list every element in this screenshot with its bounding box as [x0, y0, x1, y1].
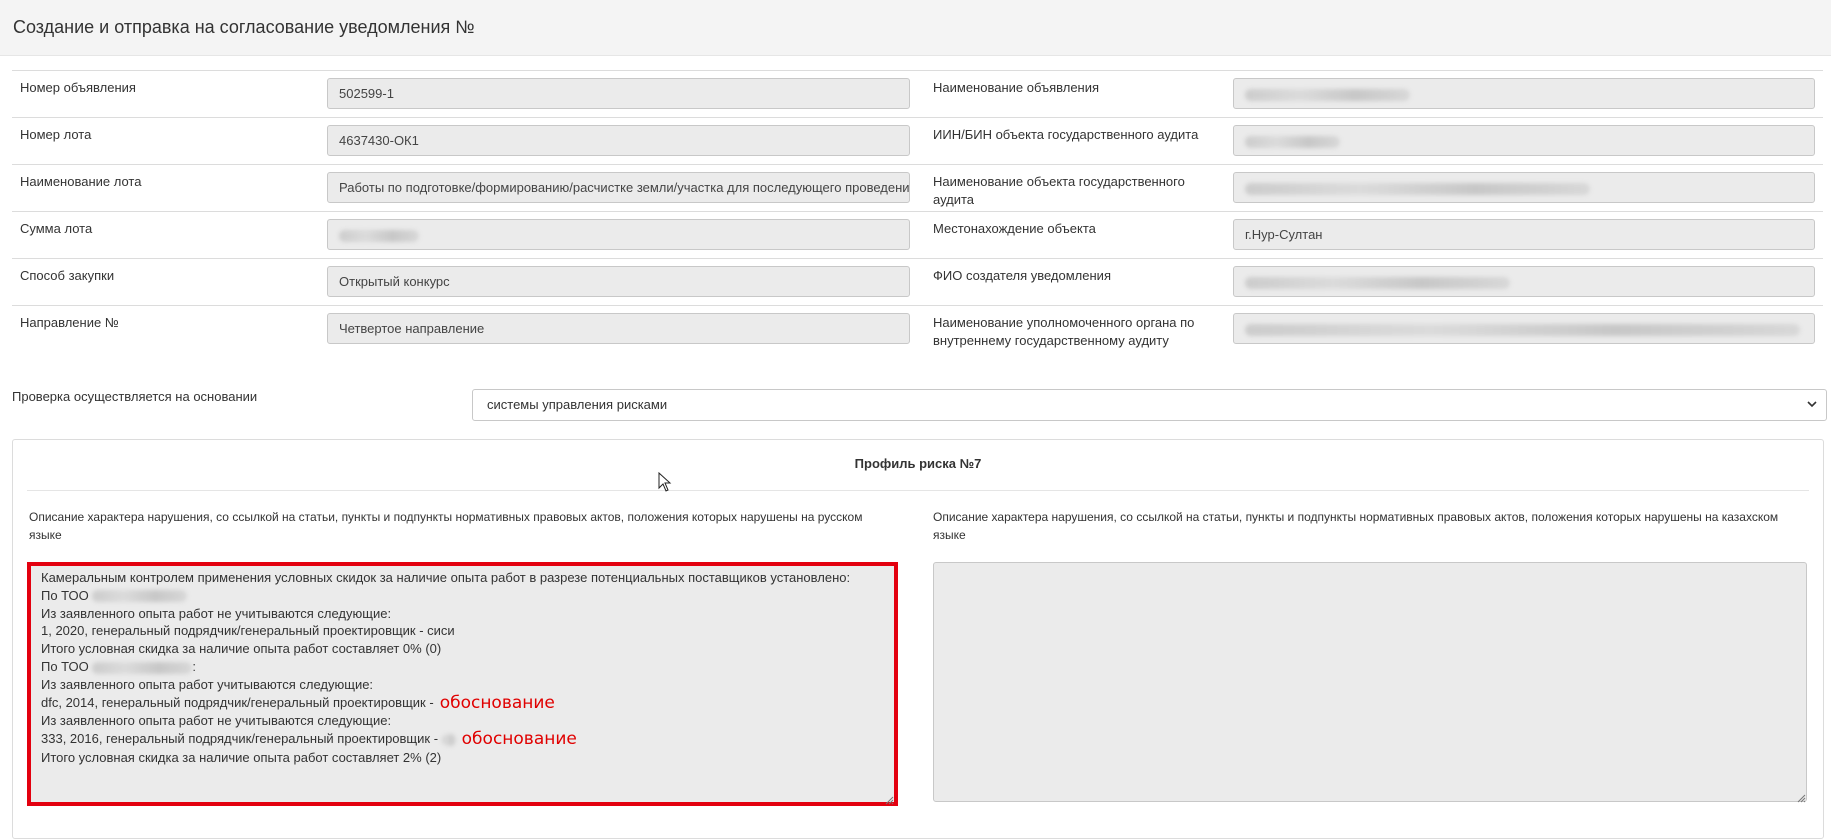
redacted-value: [1245, 135, 1340, 148]
lot-name-field[interactable]: Работы по подготовке/формированию/расчис…: [327, 172, 910, 203]
textarea-line: Из заявленного опыта работ не учитываютс…: [41, 605, 392, 621]
announcement-name-field[interactable]: [1233, 78, 1815, 109]
description-ru-textarea[interactable]: Камеральным контролем применения условны…: [27, 562, 898, 806]
textarea-line: Из заявленного опыта работ не учитываютс…: [41, 713, 392, 729]
announcement-number-field[interactable]: 502599-1: [327, 78, 910, 109]
textarea-line: Из заявленного опыта работ учитываются с…: [41, 676, 374, 692]
authorized-body-label: Наименование уполномоченного органа по в…: [925, 306, 1233, 355]
page-title: Создание и отправка на согласование увед…: [13, 17, 475, 37]
lot-number-field[interactable]: 4637430-ОК1: [327, 125, 910, 156]
description-ru-label-line: языке: [29, 528, 62, 542]
risk-profile-title: Профиль риска №7: [854, 456, 982, 471]
authorized-body-label-line: внутреннему государственному аудиту: [933, 333, 1169, 348]
textarea-text: dfc, 2014, генеральный подрядчик/генерал…: [41, 694, 434, 710]
redacted-value: [441, 733, 456, 746]
audit-object-name-label: Наименование объекта государственного ау…: [933, 174, 1185, 207]
procurement-method-field[interactable]: Открытый конкурс: [327, 266, 910, 297]
redacted-value: [339, 229, 419, 242]
info-row: Номер лота 4637430-ОК1 ИИН/БИН объекта г…: [12, 117, 1823, 164]
redacted-value: [1245, 88, 1410, 101]
textarea-line: 1, 2020, генеральный подрядчик/генеральн…: [41, 623, 455, 639]
redacted-company: [92, 590, 188, 603]
authorized-body-label-line: Наименование уполномоченного органа по: [933, 315, 1195, 330]
textarea-text: По ТОО: [41, 658, 89, 674]
lot-name-label: Наименование лота: [20, 174, 142, 189]
object-location-field[interactable]: г.Нур-Султан: [1233, 219, 1815, 250]
basis-selected-value: системы управления рисками: [487, 397, 668, 412]
redacted-value: [1245, 323, 1800, 336]
textarea-line: По ТОО :: [41, 658, 884, 676]
announcement-name-label: Наименование объявления: [933, 80, 1100, 95]
textarea-line: Итого условная скидка за наличие опыта р…: [41, 749, 442, 765]
basis-label: Проверка осуществляется на основании: [12, 389, 258, 404]
risk-profile-panel: Профиль риска №7 Описание характера нару…: [12, 439, 1824, 839]
description-ru-label: Описание характера нарушения, со ссылкой…: [29, 508, 904, 544]
annotation-justification: обоснование: [439, 692, 555, 713]
info-row: Наименование лота Работы по подготовке/ф…: [12, 164, 1823, 211]
textarea-line: Камеральным контролем применения условны…: [41, 570, 851, 585]
direction-field[interactable]: Четвертое направление: [327, 313, 910, 344]
divider: [27, 490, 1809, 491]
basis-select[interactable]: системы управления рисками: [472, 389, 1827, 421]
annotation-justification: обоснование: [461, 729, 577, 750]
description-ru-label-line: Описание характера нарушения, со ссылкой…: [29, 510, 863, 524]
textarea-line: 333, 2016, генеральный подрядчик/генерал…: [41, 730, 884, 749]
description-kz-label-line: Описание характера нарушения, со ссылкой…: [933, 510, 1779, 524]
notice-creator-field[interactable]: [1233, 266, 1815, 297]
info-row: Сумма лота Местонахождение объекта г.Нур…: [12, 211, 1823, 258]
textarea-text: По ТОО: [41, 587, 89, 603]
notice-creator-label: ФИО создателя уведомления: [933, 268, 1111, 283]
textarea-line: По ТОО: [41, 587, 884, 605]
description-kz-label: Описание характера нарушения, со ссылкой…: [933, 508, 1813, 544]
redacted-value: [1245, 182, 1590, 195]
description-kz-textarea[interactable]: [933, 562, 1807, 803]
info-row: Номер объявления 502599-1 Наименование о…: [12, 70, 1823, 117]
textarea-line: Итого условная скидка за наличие опыта р…: [41, 641, 442, 657]
procurement-method-label: Способ закупки: [20, 268, 115, 283]
textarea-line: dfc, 2014, генеральный подрядчик/генерал…: [41, 694, 884, 713]
audit-object-iin-field[interactable]: [1233, 125, 1815, 156]
resize-grip-icon[interactable]: [884, 792, 894, 805]
announcement-number-label: Номер объявления: [20, 80, 136, 95]
notice-info-grid: Номер объявления 502599-1 Наименование о…: [12, 70, 1823, 355]
authorized-body-field[interactable]: [1233, 313, 1815, 344]
info-row: Направление № Четвертое направление Наим…: [12, 305, 1823, 355]
redacted-company: [92, 661, 193, 674]
direction-label: Направление №: [20, 315, 119, 330]
page-header: Создание и отправка на согласование увед…: [0, 0, 1831, 56]
textarea-text: 333, 2016, генеральный подрядчик/генерал…: [41, 731, 439, 747]
resize-grip-icon[interactable]: [1796, 791, 1806, 803]
textarea-text: :: [192, 658, 197, 674]
lot-number-label: Номер лота: [20, 127, 92, 142]
lot-sum-field[interactable]: [327, 219, 910, 250]
lot-sum-label: Сумма лота: [20, 221, 93, 236]
basis-row: Проверка осуществляется на основании сис…: [12, 389, 1827, 425]
audit-object-iin-label: ИИН/БИН объекта государственного аудита: [933, 127, 1199, 142]
info-row: Способ закупки Открытый конкурс ФИО созд…: [12, 258, 1823, 305]
description-kz-label-line: языке: [933, 528, 966, 542]
redacted-value: [1245, 276, 1510, 289]
mouse-cursor-icon: [658, 471, 672, 492]
object-location-label: Местонахождение объекта: [933, 221, 1096, 236]
audit-object-name-field[interactable]: [1233, 172, 1815, 203]
chevron-down-icon: [1806, 390, 1818, 430]
